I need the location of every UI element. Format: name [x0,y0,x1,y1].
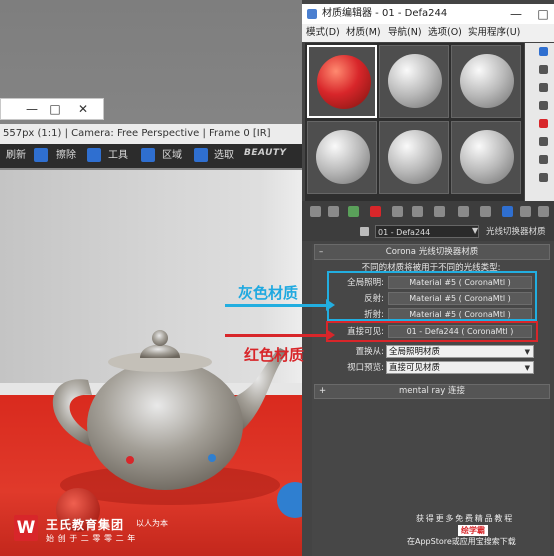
menu-material[interactable]: 材质(M) [346,24,381,42]
region-icon[interactable] [141,148,155,162]
chevron-down-icon: ▼ [524,348,530,356]
rollout-title: Corona 光线切换器材质 [385,247,479,257]
chevron-down-icon[interactable]: ▼ [472,226,478,235]
rollout-collapse-icon: – [319,247,324,257]
vfb-toolbar: 刷新 擦除 工具 区域 选取 BEAUTY [0,144,310,168]
select-by-material-icon[interactable] [539,173,548,182]
rollout-mental-ray[interactable]: + mental ray 连接 [314,384,550,399]
material-type-button[interactable]: 光线切换器材质 [486,223,546,241]
menu-utilities[interactable]: 实用程序(U) [468,24,520,42]
gray-sample-sphere [460,130,514,184]
material-name-row: 01 - Defa244 ▼ 光线切换器材质 [302,223,554,241]
put-to-library-icon[interactable] [434,206,445,217]
me-minimize-button[interactable]: — [507,6,525,22]
promo-brand: 绘学霸 [458,525,488,536]
sample-slot-2[interactable] [379,45,449,118]
gray-sample-sphere [388,54,442,108]
sample-slot-4[interactable] [307,121,377,194]
sample-sidebar-tools [525,43,554,201]
material-editor-titlebar: 材质编辑器 - 01 - Defa244 — □ [302,4,554,25]
vfb-titlebar: — □ ✕ [0,98,104,120]
reset-map-icon[interactable] [370,206,381,217]
cyan-arrow-icon [225,299,335,311]
red-sample-sphere [317,55,371,109]
gray-sample-sphere [460,54,514,108]
tools-icon[interactable] [87,148,101,162]
backlight-icon[interactable] [539,65,548,74]
erase-icon[interactable] [34,148,48,162]
refresh-button[interactable]: 刷新 [6,144,26,168]
sample-slot-5[interactable] [379,121,449,194]
material-sample-slots [305,43,524,201]
mental-ray-title: mental ray 连接 [399,386,465,396]
replace-from-row: 置换从: 全局照明材质 ▼ [312,345,550,359]
viewport-preview-label: 视口预览: [347,363,384,373]
pick-button[interactable]: 选取 [214,144,234,168]
material-editor-title: 材质编辑器 - 01 - Defa244 [322,8,448,19]
get-material-icon[interactable] [310,206,321,217]
video-check-icon[interactable] [539,119,548,128]
make-preview-icon[interactable] [539,137,548,146]
company-logo: W [14,515,38,541]
vfb-info-bar: 557px (1:1) | Camera: Free Perspective |… [0,124,310,144]
sample-slot-1[interactable] [307,45,377,118]
viewport-preview-dropdown[interactable]: 直接可见材质 ▼ [386,361,534,374]
red-material-annotation: 红色材质 [244,346,305,364]
replace-from-label: 置换从: [355,347,384,357]
eyedropper-icon[interactable] [360,227,369,236]
region-button[interactable]: 区域 [162,144,182,168]
red-material-highlight-box [326,321,538,342]
viewport-preview-value: 直接可见材质 [389,363,441,373]
maximize-button[interactable]: □ [46,101,64,117]
gray-sample-sphere [316,130,370,184]
copy-material-icon[interactable] [392,206,403,217]
pick-icon[interactable] [194,148,208,162]
tools-button[interactable]: 工具 [108,144,128,168]
company-slogan: 以人为本 [136,519,168,528]
material-name-field[interactable]: 01 - Defa244 [375,225,479,238]
sample-slot-6[interactable] [451,121,521,194]
company-founded: 始创于二零零二年 [46,534,139,543]
menu-options[interactable]: 选项(O) [428,24,462,42]
material-editor-menubar: 模式(D) 材质(M) 导航(N) 选项(O) 实用程序(U) [302,24,554,42]
replace-from-dropdown[interactable]: 全局照明材质 ▼ [386,345,534,358]
gray-sample-sphere [388,130,442,184]
options-icon[interactable] [539,155,548,164]
material-editor-toolbar [302,201,554,223]
promo-download: 在AppStore或应用宝搜索下载 [407,537,516,546]
viewport-preview-row: 视口预览: 直接可见材质 ▼ [312,361,550,375]
background-icon[interactable] [539,83,548,92]
beauty-channel[interactable]: BEAUTY [244,148,287,158]
erase-button[interactable]: 擦除 [56,144,76,168]
rollout-corona-rayswitch[interactable]: – Corona 光线切换器材质 [314,244,550,260]
close-button[interactable]: ✕ [74,101,92,117]
minimize-button[interactable]: — [23,101,41,117]
me-maximize-button[interactable]: □ [534,6,552,22]
company-name: 王氏教育集团 [46,518,125,532]
sample-slot-3[interactable] [451,45,521,118]
gray-material-annotation: 灰色材质 [238,284,299,302]
go-to-parent-icon[interactable] [520,206,531,217]
material-editor-icon [307,9,317,19]
go-forward-sibling-icon[interactable] [538,206,549,217]
chevron-down-icon: ▼ [524,364,530,372]
promo-text: 获得更多免费精品教程 [416,514,514,523]
gray-material-highlight-box [327,271,537,321]
menu-mode[interactable]: 模式(D) [306,24,340,42]
show-end-result-icon[interactable] [502,206,513,217]
sample-type-icon[interactable] [539,47,548,56]
put-to-scene-icon[interactable] [328,206,339,217]
show-in-viewport-icon[interactable] [480,206,491,217]
red-arrow-icon [225,329,335,341]
uv-tiling-icon[interactable] [539,101,548,110]
assign-to-selection-icon[interactable] [348,206,359,217]
rollout-expand-icon: + [319,386,327,396]
make-unique-icon[interactable] [412,206,423,217]
replace-from-value: 全局照明材质 [389,347,441,357]
menu-navigation[interactable]: 导航(N) [388,24,422,42]
material-id-channel-icon[interactable] [458,206,469,217]
